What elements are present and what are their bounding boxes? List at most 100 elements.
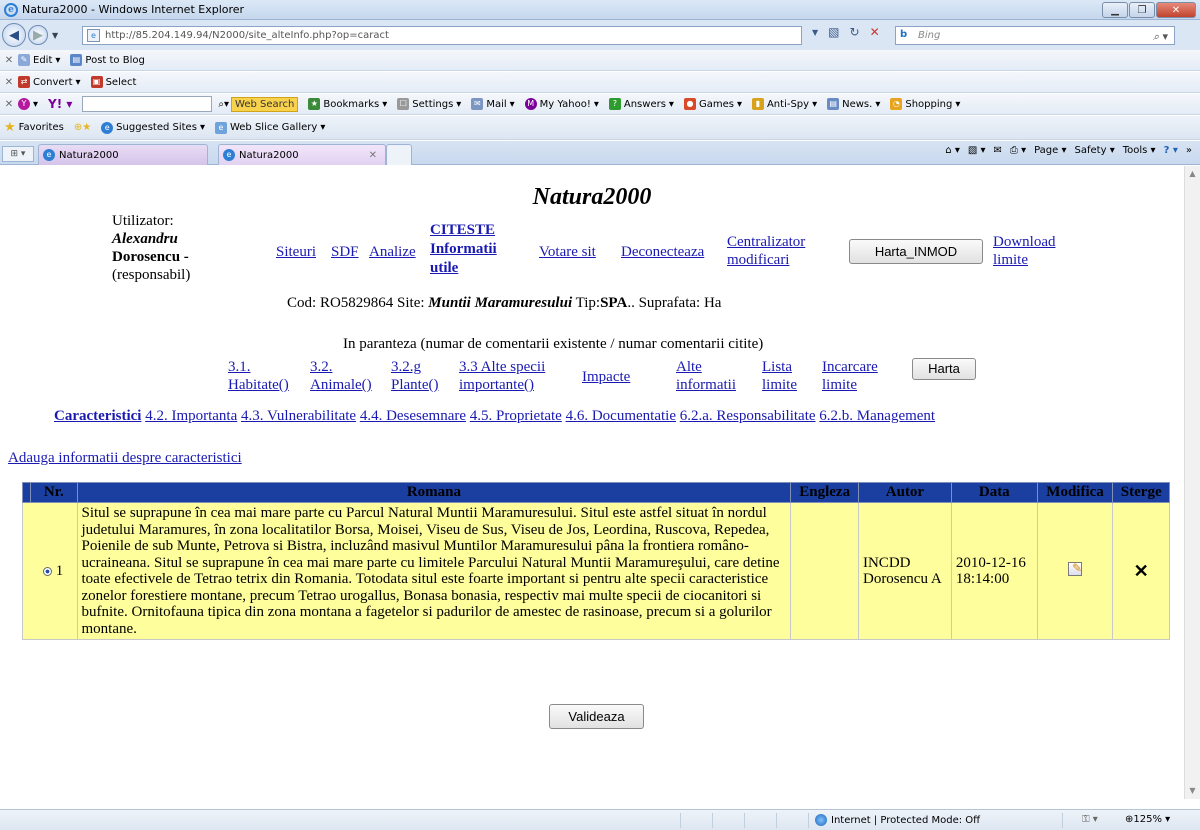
favorites-button[interactable]: ★ Favorites: [4, 120, 64, 135]
answers-button[interactable]: ? Answers ▾: [608, 98, 674, 110]
nav-centralizator-link-2[interactable]: modificari: [727, 252, 789, 269]
edit-record-icon[interactable]: ✎: [1068, 561, 1082, 576]
page-menu[interactable]: Page ▾: [1034, 145, 1066, 156]
address-field[interactable]: e http://85.204.149.94/N2000/site_alteIn…: [82, 26, 802, 45]
zoom-level[interactable]: ⊕125% ▾: [1125, 814, 1170, 825]
subtab-documentatie[interactable]: 4.6. Documentatie: [566, 408, 676, 424]
yahoo-logo[interactable]: Y! ▾: [48, 97, 72, 111]
section-lista-limite-link-2[interactable]: limite: [762, 377, 797, 394]
search-field[interactable]: b Bing ⌕ ▾: [895, 26, 1175, 45]
web-slice-gallery-button[interactable]: e Web Slice Gallery ▾: [214, 121, 325, 134]
home-icon[interactable]: ⌂ ▾: [945, 145, 960, 156]
section-habitate-link[interactable]: 3.1.: [228, 359, 251, 376]
subtab-vulnerabilitate[interactable]: 4.3. Vulnerabilitate: [241, 408, 356, 424]
bookmarks-button[interactable]: ★ Bookmarks ▾: [308, 98, 387, 110]
section-animale-link[interactable]: 3.2.: [310, 359, 333, 376]
quick-tabs-button[interactable]: ⊞ ▾: [2, 146, 34, 162]
subtab-management[interactable]: 6.2.b. Management: [819, 408, 935, 424]
row-radio-icon[interactable]: [43, 566, 52, 576]
maximize-button[interactable]: ❐: [1129, 2, 1155, 18]
vertical-scrollbar[interactable]: ▲ ▼: [1184, 166, 1200, 799]
section-alte-specii-link[interactable]: 3.3 Alte specii: [459, 359, 545, 376]
scroll-up-icon[interactable]: ▲: [1185, 166, 1200, 182]
print-icon[interactable]: ⎙ ▾: [1010, 145, 1026, 156]
valideaza-button[interactable]: Valideaza: [549, 704, 644, 729]
lock-icon[interactable]: ⚿ ▾: [1082, 814, 1098, 825]
close-tab-icon[interactable]: ✕: [369, 150, 377, 161]
read-mail-icon[interactable]: ✉: [994, 145, 1002, 156]
tools-menu[interactable]: Tools ▾: [1123, 145, 1156, 156]
add-favorites-icon[interactable]: ⊕★: [74, 122, 91, 133]
subtab-desesemnare[interactable]: 4.4. Desesemnare: [360, 408, 466, 424]
minimize-button[interactable]: ▁: [1102, 2, 1128, 18]
harta-button[interactable]: Harta: [912, 358, 976, 380]
scroll-down-icon[interactable]: ▼: [1185, 783, 1200, 799]
nav-votare-link[interactable]: Votare sit: [539, 244, 596, 261]
nav-citeste-link-2[interactable]: Informatii: [430, 241, 497, 258]
close-toolbar-icon[interactable]: ✕: [0, 55, 18, 66]
my-yahoo-button[interactable]: M My Yahoo! ▾: [524, 98, 599, 110]
close-toolbar-icon[interactable]: ✕: [0, 99, 18, 110]
refresh-icon[interactable]: ↻: [850, 25, 860, 39]
section-plante-link-2[interactable]: Plante(): [391, 377, 438, 394]
nav-deconecteaza-link[interactable]: Deconecteaza: [621, 244, 704, 261]
section-habitate-link-2[interactable]: Habitate(): [228, 377, 289, 394]
nav-centralizator-link[interactable]: Centralizator: [727, 234, 805, 251]
section-alte-informatii-link[interactable]: Alte: [676, 359, 702, 376]
add-info-link[interactable]: Adauga informatii despre caracteristici: [8, 450, 242, 467]
search-icon[interactable]: ⌕ ▾: [1153, 30, 1168, 44]
safety-menu[interactable]: Safety ▾: [1075, 145, 1115, 156]
nav-analize-link[interactable]: Analize: [369, 244, 416, 261]
close-window-button[interactable]: ✕: [1156, 2, 1196, 18]
help-icon[interactable]: ? ▾: [1164, 145, 1178, 156]
section-incarcare-limite-link[interactable]: Incarcare: [822, 359, 878, 376]
select-button[interactable]: ▣ Select: [90, 76, 136, 88]
back-button[interactable]: ◀: [2, 23, 26, 47]
tab-natura2000-2[interactable]: e Natura2000 ✕: [218, 144, 386, 165]
section-alte-informatii-link-2[interactable]: informatii: [676, 377, 736, 394]
edit-button[interactable]: ✎ Edit ▾: [18, 54, 60, 66]
nav-download-link[interactable]: Download: [993, 234, 1056, 251]
subtab-caracteristici[interactable]: Caracteristici: [54, 408, 141, 424]
feeds-icon[interactable]: ▧ ▾: [968, 145, 986, 156]
news-button[interactable]: ▤ News. ▾: [827, 98, 880, 110]
overflow-chevron-icon[interactable]: »: [1186, 145, 1192, 156]
subtab-proprietate[interactable]: 4.5. Proprietate: [470, 408, 562, 424]
suggested-sites-button[interactable]: e Suggested Sites ▾: [101, 121, 205, 134]
harta-inmod-button[interactable]: Harta_INMOD: [849, 239, 983, 264]
nav-download-link-2[interactable]: limite: [993, 252, 1028, 269]
search-dropdown-icon[interactable]: ⌕▾: [218, 99, 229, 110]
close-toolbar-icon[interactable]: ✕: [0, 77, 18, 88]
section-lista-limite-link[interactable]: Lista: [762, 359, 792, 376]
section-incarcare-limite-link-2[interactable]: limite: [822, 377, 857, 394]
nav-citeste-link[interactable]: CITESTE: [430, 222, 495, 239]
yahoo-search-input[interactable]: [82, 96, 213, 112]
compat-view-icon[interactable]: ▧: [828, 25, 839, 39]
post-to-blog-button[interactable]: ▤ Post to Blog: [70, 54, 145, 66]
mail-button[interactable]: ✉ Mail ▾: [471, 98, 515, 110]
anti-spy-button[interactable]: ▮ Anti-Spy ▾: [751, 98, 817, 110]
yahoo-y-button[interactable]: Y ▾: [18, 98, 38, 110]
games-button[interactable]: ● Games ▾: [683, 98, 742, 110]
convert-button[interactable]: ⇄ Convert ▾: [18, 76, 81, 88]
subtab-responsabilitate[interactable]: 6.2.a. Responsabilitate: [680, 408, 816, 424]
stop-icon[interactable]: ✕: [870, 25, 880, 39]
shopping-button[interactable]: ◔ Shopping ▾: [890, 98, 960, 110]
nav-citeste-link-3[interactable]: utile: [430, 260, 458, 277]
recent-pages-dropdown-icon[interactable]: ▼: [52, 31, 58, 40]
delete-record-icon[interactable]: ✕: [1134, 561, 1149, 581]
tab-natura2000-1[interactable]: e Natura2000: [38, 144, 208, 165]
subtab-importanta[interactable]: 4.2. Importanta: [145, 408, 237, 424]
nav-sdf-link[interactable]: SDF: [331, 244, 359, 261]
section-animale-link-2[interactable]: Animale(): [310, 377, 372, 394]
settings-button[interactable]: ☐ Settings ▾: [397, 98, 461, 110]
nav-siteuri-link[interactable]: Siteuri: [276, 244, 316, 261]
section-impacte-link[interactable]: Impacte: [582, 369, 630, 386]
section-plante-link[interactable]: 3.2.g: [391, 359, 421, 376]
address-dropdown-icon[interactable]: ▼: [812, 28, 818, 37]
new-tab-button[interactable]: [386, 144, 412, 165]
section-alte-specii-link-2[interactable]: importante(): [459, 377, 534, 394]
security-zone[interactable]: Internet | Protected Mode: Off: [815, 814, 980, 826]
forward-button[interactable]: ▶: [28, 25, 48, 45]
web-search-button[interactable]: Web Search: [231, 96, 299, 112]
